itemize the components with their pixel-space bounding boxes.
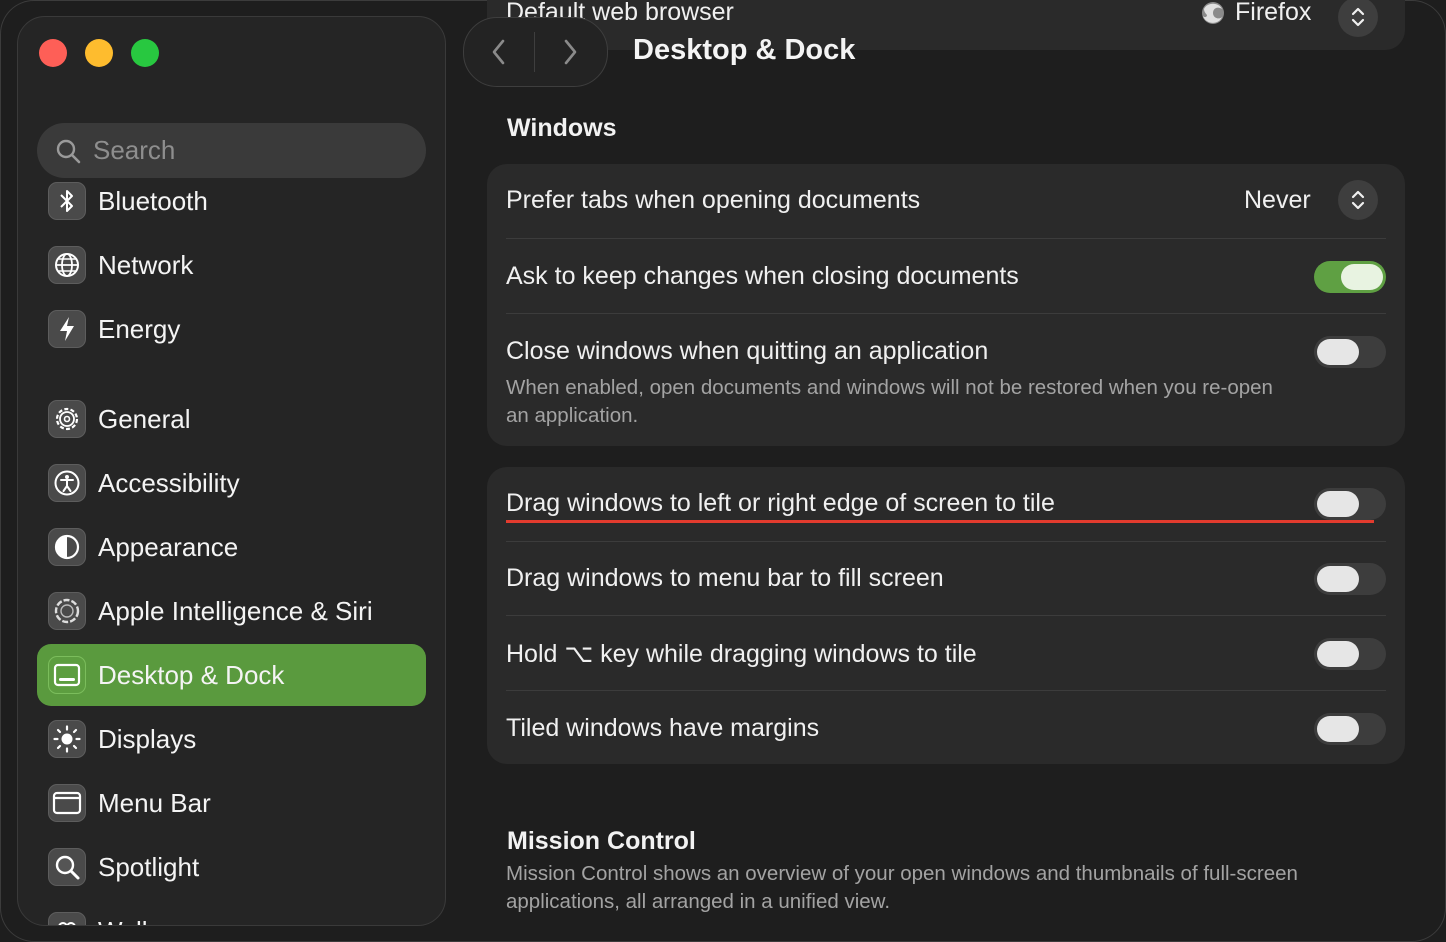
tiled-margins-toggle[interactable] [1314, 713, 1386, 745]
drag-edge-row: Drag windows to left or right edge of sc… [506, 489, 1386, 518]
sidebar-item-label: Appearance [98, 531, 239, 562]
close-window-button[interactable] [39, 39, 67, 67]
globe-icon [48, 246, 86, 284]
sidebar-item-appearance[interactable]: Appearance [37, 516, 426, 578]
sidebar-item-accessibility[interactable]: Accessibility [37, 452, 426, 514]
default-browser-popup[interactable]: Firefox [1199, 0, 1311, 27]
settings-window: Bluetooth Network Energy General [0, 0, 1446, 942]
tiling-settings-card: Drag windows to left or right edge of sc… [487, 467, 1405, 764]
prefer-tabs-stepper[interactable] [1338, 180, 1378, 220]
sidebar-item-spotlight[interactable]: Spotlight [37, 836, 426, 898]
mission-control-title: Mission Control [507, 827, 696, 855]
default-browser-value: Firefox [1235, 0, 1312, 26]
sidebar-item-label: Wallpaper [98, 916, 214, 926]
sidebar-item-wallpaper[interactable]: Wallpaper [37, 900, 426, 926]
lightning-icon [48, 310, 86, 348]
search-icon [56, 139, 81, 163]
zoom-window-button[interactable] [131, 39, 159, 67]
close-windows-row: Close windows when quitting an applicati… [506, 337, 1386, 430]
sidebar-item-menu-bar[interactable]: Menu Bar [37, 772, 426, 834]
close-windows-label: Close windows when quitting an applicati… [506, 337, 989, 365]
navigation-buttons [463, 17, 608, 87]
sidebar-item-desktop-dock[interactable]: Desktop & Dock [37, 644, 426, 706]
sidebar-item-energy[interactable]: Energy [37, 298, 426, 360]
prefer-tabs-value[interactable]: Never [1244, 186, 1311, 215]
hold-option-label: Hold ⌥ key while dragging windows to til… [506, 640, 977, 668]
windows-settings-card: Prefer tabs when opening documents Never… [487, 164, 1405, 446]
apple-intelligence-icon [48, 592, 86, 630]
page-title: Desktop & Dock [633, 34, 856, 66]
sidebar-item-network[interactable]: Network [37, 234, 426, 296]
gear-icon [48, 400, 86, 438]
toggle-knob [1317, 716, 1359, 742]
firefox-icon [1202, 1, 1224, 24]
forward-button[interactable] [535, 18, 605, 86]
tiled-margins-label: Tiled windows have margins [506, 714, 820, 742]
sidebar-item-label: Spotlight [98, 851, 200, 882]
hold-option-row: Hold ⌥ key while dragging windows to til… [506, 639, 1386, 669]
windows-section-title: Windows [507, 114, 617, 142]
magnifier-icon [48, 848, 86, 886]
desktop-dock-icon [48, 656, 86, 694]
sidebar-item-apple-intelligence-siri[interactable]: Apple Intelligence & Siri [37, 580, 426, 642]
sidebar-item-label: Energy [98, 313, 181, 344]
default-browser-row: Default web browser Firefox [487, 0, 1405, 50]
row-divider [506, 313, 1386, 314]
brightness-icon [48, 720, 86, 758]
annotation-underline [506, 520, 1374, 523]
bluetooth-icon [48, 182, 86, 220]
sidebar-item-label: Apple Intelligence & Siri [98, 595, 373, 626]
row-divider [506, 615, 1386, 616]
sidebar-item-label: Accessibility [98, 467, 240, 498]
minimize-window-button[interactable] [85, 39, 113, 67]
close-windows-toggle[interactable] [1314, 336, 1386, 368]
sidebar-item-label: Network [98, 249, 194, 280]
chevron-left-icon [492, 39, 505, 65]
row-divider [506, 541, 1386, 542]
close-windows-description: When enabled, open documents and windows… [506, 376, 1273, 427]
chevron-up-down-icon [1351, 190, 1365, 210]
appearance-icon [48, 528, 86, 566]
ask-keep-changes-label: Ask to keep changes when closing documen… [506, 262, 1019, 290]
sidebar-item-general[interactable]: General [37, 388, 426, 450]
ask-keep-changes-toggle[interactable] [1314, 261, 1386, 293]
default-browser-stepper[interactable] [1338, 0, 1378, 37]
search-input[interactable] [91, 134, 395, 167]
menu-bar-icon [48, 784, 86, 822]
drag-menu-bar-label: Drag windows to menu bar to fill screen [506, 564, 944, 592]
sidebar: Bluetooth Network Energy General [17, 16, 446, 926]
sidebar-item-label: Bluetooth [98, 185, 208, 216]
sidebar-item-displays[interactable]: Displays [37, 708, 426, 770]
toggle-knob [1317, 491, 1359, 517]
chevron-up-down-icon [1351, 7, 1365, 27]
prefer-tabs-label: Prefer tabs when opening documents [506, 186, 921, 214]
drag-edge-toggle[interactable] [1314, 488, 1386, 520]
toggle-knob [1317, 339, 1359, 365]
toggle-knob [1317, 641, 1359, 667]
sidebar-item-label: General [98, 403, 191, 434]
row-divider [506, 690, 1386, 691]
accessibility-icon [48, 464, 86, 502]
sidebar-item-bluetooth[interactable]: Bluetooth [37, 170, 426, 232]
drag-menu-bar-toggle[interactable] [1314, 563, 1386, 595]
toggle-knob [1341, 264, 1383, 290]
row-divider [506, 238, 1386, 239]
drag-edge-label: Drag windows to left or right edge of sc… [506, 489, 1055, 517]
sidebar-item-label: Menu Bar [98, 787, 211, 818]
ask-keep-changes-row: Ask to keep changes when closing documen… [506, 262, 1386, 291]
toggle-knob [1317, 566, 1359, 592]
back-button[interactable] [464, 18, 534, 86]
sidebar-item-label: Displays [98, 723, 197, 754]
drag-menu-bar-row: Drag windows to menu bar to fill screen [506, 564, 1386, 593]
chevron-right-icon [564, 39, 577, 65]
tiled-margins-row: Tiled windows have margins [506, 714, 1386, 743]
sidebar-item-label: Desktop & Dock [98, 659, 285, 690]
mission-control-description: Mission Control shows an overview of you… [506, 862, 1298, 913]
hold-option-toggle[interactable] [1314, 638, 1386, 670]
wallpaper-icon [48, 912, 86, 925]
